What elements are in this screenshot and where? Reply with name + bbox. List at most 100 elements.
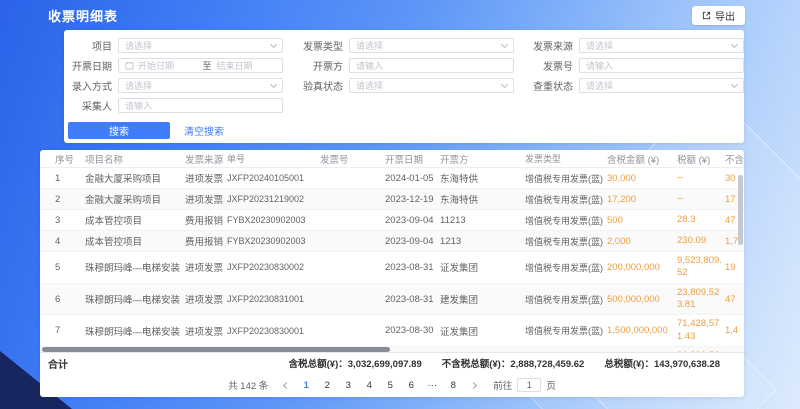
invoice-no-input[interactable]: 请输入 bbox=[579, 58, 744, 73]
vertical-scrollbar[interactable] bbox=[738, 175, 743, 245]
cell-source: 进项发票 bbox=[185, 321, 227, 341]
collector-placeholder: 请输入 bbox=[125, 99, 276, 112]
cell-no: 1 bbox=[40, 170, 85, 187]
cell-project: 珠穆朗玛峰—电梯安装 bbox=[85, 289, 185, 309]
cell-invoice-no bbox=[320, 175, 385, 181]
page-number-button[interactable]: 4 bbox=[363, 380, 375, 391]
table-row[interactable]: 7 珠穆朗玛峰—电梯安装 进项发票 JXFP20230830001 2023-0… bbox=[40, 315, 744, 347]
cell-type: 增值税专用发票(蓝) bbox=[525, 211, 607, 230]
end-date-placeholder: 结束日期 bbox=[217, 59, 277, 72]
collector-label: 采集人 bbox=[64, 98, 112, 113]
chevron-down-icon bbox=[270, 40, 277, 47]
cell-type: 增值税专用发票(蓝) bbox=[525, 258, 607, 277]
page-number-button[interactable]: 1 bbox=[300, 380, 312, 391]
issuer-input[interactable]: 请输入 bbox=[349, 58, 514, 73]
cell-type: 增值税专用发票(蓝) bbox=[525, 290, 607, 309]
cell-date: 2023-08-31 bbox=[385, 291, 440, 308]
chevron-down-icon bbox=[501, 80, 508, 87]
collector-input[interactable]: 请输入 bbox=[118, 98, 283, 113]
table-row[interactable]: 1 金融大厦采购项目 进项发票 JXFP20240105001 2024-01-… bbox=[40, 168, 744, 189]
table-row[interactable]: 6 珠穆朗玛峰—电梯安装 进项发票 JXFP20230831001 2023-0… bbox=[40, 284, 744, 316]
page-number-button[interactable]: 5 bbox=[384, 380, 396, 391]
cell-order-no: JXFP20240105001 bbox=[227, 170, 320, 186]
cell-tax: 9,523,809.52 bbox=[677, 252, 725, 283]
cell-invoice-no bbox=[320, 196, 385, 202]
cell-type: 增值税专用发票(蓝) bbox=[525, 190, 607, 209]
entry-method-select[interactable]: 请选择 bbox=[118, 78, 283, 93]
dup-check-status-select[interactable]: 请选择 bbox=[579, 78, 744, 93]
cell-tax: 71,428,571.43 bbox=[677, 315, 725, 346]
issuer-label: 开票方 bbox=[299, 58, 343, 73]
cell-net-clipped: 19 bbox=[725, 259, 744, 276]
prev-page-button[interactable] bbox=[281, 379, 291, 391]
calendar-icon bbox=[125, 61, 134, 70]
table-viewport: 序号 项目名称 发票来源 单号 发票号 开票日期 开票方 发票类型 含税金额 (… bbox=[40, 150, 744, 352]
goto-page-input[interactable] bbox=[517, 378, 541, 392]
cell-amount: 30,000 bbox=[607, 170, 677, 187]
invoice-source-select[interactable]: 请选择 bbox=[579, 38, 744, 53]
chevron-down-icon bbox=[731, 80, 738, 87]
cell-net-clipped: 1,4 bbox=[725, 322, 744, 339]
cell-date: 2023-09-04 bbox=[385, 212, 440, 229]
invoice-type-label: 发票类型 bbox=[299, 38, 343, 53]
page-number-button[interactable]: ··· bbox=[426, 380, 438, 391]
col-header-type: 发票类型 bbox=[525, 152, 607, 165]
cell-issuer: 建发集团 bbox=[440, 289, 525, 309]
invoice-source-label: 发票来源 bbox=[528, 38, 573, 53]
summary-item-label: 不含税总额(¥)： bbox=[442, 359, 511, 370]
export-button[interactable]: 导出 bbox=[692, 6, 745, 25]
cell-project: 珠穆朗玛峰—电梯安装 bbox=[85, 321, 185, 341]
col-header-amount: 含税金额 (¥) bbox=[607, 152, 677, 166]
page-number-button[interactable]: 3 bbox=[342, 380, 354, 391]
col-header-tax: 税额 (¥) bbox=[677, 152, 725, 166]
horizontal-scrollbar[interactable] bbox=[42, 347, 390, 352]
cell-type: 增值税专用发票(蓝) bbox=[525, 321, 607, 340]
col-header-net-clipped: 不含 bbox=[725, 152, 744, 166]
col-header-issuer: 开票方 bbox=[440, 152, 525, 166]
cell-amount: 2,000 bbox=[607, 233, 677, 250]
cell-order-no: JXFP20230830001 bbox=[227, 323, 320, 339]
dup-check-status-label: 查重状态 bbox=[528, 78, 573, 93]
cell-no: 4 bbox=[40, 233, 85, 250]
entry-method-placeholder: 请选择 bbox=[125, 79, 271, 92]
clear-search-button[interactable]: 清空搜索 bbox=[184, 123, 224, 138]
pagination-bar: 共 142 条 123456···8 前往 页 bbox=[40, 373, 744, 397]
cell-date: 2023-08-31 bbox=[385, 259, 440, 276]
invoice-source-placeholder: 请选择 bbox=[586, 39, 732, 52]
invoice-type-select[interactable]: 请选择 bbox=[349, 38, 514, 53]
invoice-date-label: 开票日期 bbox=[64, 58, 112, 73]
cell-project: 金融大厦采购项目 bbox=[85, 168, 185, 188]
table-row[interactable]: 3 成本管控项目 费用报销 FYBX20230902003 2023-09-04… bbox=[40, 210, 744, 231]
page-number-button[interactable]: 6 bbox=[405, 380, 417, 391]
table-row[interactable]: 5 珠穆朗玛峰—电梯安装 进项发票 JXFP20230830002 2023-0… bbox=[40, 252, 744, 284]
cell-issuer: 11213 bbox=[440, 212, 525, 229]
cell-no: 7 bbox=[40, 322, 85, 339]
verify-status-select[interactable]: 请选择 bbox=[349, 78, 514, 93]
cell-date: 2023-08-30 bbox=[385, 322, 440, 339]
cell-date: 2023-12-19 bbox=[385, 191, 440, 208]
cell-type: 增值税专用发票(蓝) bbox=[525, 169, 607, 188]
cell-issuer: 东海特供 bbox=[440, 168, 525, 188]
cell-no: 2 bbox=[40, 191, 85, 208]
cell-source: 进项发票 bbox=[185, 257, 227, 277]
summary-item: 含税总额(¥)：3,032,699,097.89 bbox=[289, 356, 422, 370]
project-placeholder: 请选择 bbox=[125, 39, 271, 52]
cell-tax: 230.09 bbox=[677, 232, 725, 250]
summary-items: 含税总额(¥)：3,032,699,097.89不含税总额(¥)：2,888,7… bbox=[289, 356, 720, 370]
cell-tax: -- bbox=[677, 190, 725, 208]
col-header-no: 序号 bbox=[40, 152, 85, 166]
page-number-button[interactable]: 8 bbox=[447, 380, 459, 391]
invoice-date-range-picker[interactable]: 开始日期 至 结束日期 bbox=[118, 58, 283, 73]
table-row[interactable]: 2 金融大厦采购项目 进项发票 JXFP20231219002 2023-12-… bbox=[40, 189, 744, 210]
cell-issuer: 证发集团 bbox=[440, 321, 525, 341]
summary-item-value: 143,970,638.28 bbox=[654, 359, 720, 370]
page-number-button[interactable]: 2 bbox=[321, 380, 333, 391]
cell-project: 珠穆朗玛峰—电梯安装 bbox=[85, 257, 185, 277]
search-button[interactable]: 搜索 bbox=[68, 122, 170, 139]
cell-type: 增值税专用发票(蓝) bbox=[525, 232, 607, 251]
project-select[interactable]: 请选择 bbox=[118, 38, 283, 53]
next-page-button[interactable] bbox=[468, 379, 478, 391]
top-bar: 收票明细表 导出 bbox=[0, 0, 800, 30]
table-row[interactable]: 4 成本管控项目 费用报销 FYBX20230902003 2023-09-04… bbox=[40, 231, 744, 252]
chevron-down-icon bbox=[270, 80, 277, 87]
